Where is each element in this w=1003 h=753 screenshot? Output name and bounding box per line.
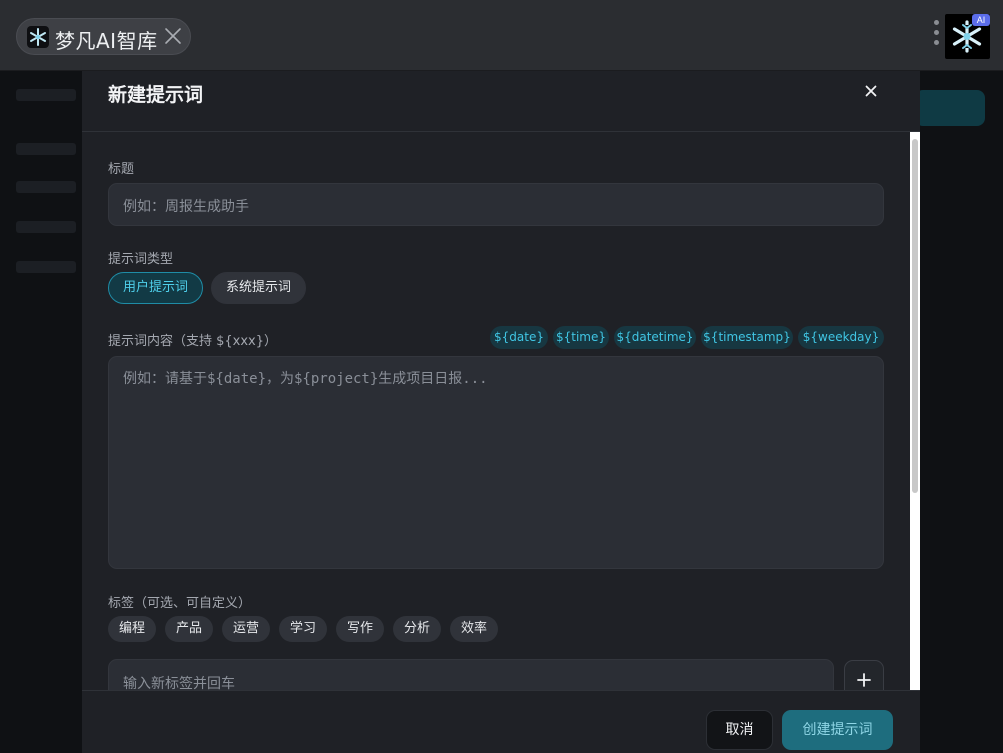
tags-label: 标签（可选、可自定义）	[108, 596, 252, 611]
plus-icon	[857, 673, 871, 687]
new-tag-input[interactable]: 输入新标签并回车	[108, 659, 834, 690]
tag-chip[interactable]: 编程	[108, 616, 156, 642]
prompt-content-label: 提示词内容（支持 ${xxx}）	[108, 334, 278, 349]
close-icon[interactable]	[163, 26, 183, 46]
prompt-content-textarea[interactable]: 例如：请基于${date}，为${project}生成项目日报...	[108, 356, 884, 569]
variable-chip-weekday[interactable]: ${weekday}	[798, 326, 884, 349]
variable-chip-timestamp[interactable]: ${timestamp}	[701, 326, 793, 349]
add-tag-button[interactable]	[844, 660, 884, 690]
scrollbar-thumb[interactable]	[912, 139, 918, 493]
snowflake-logo-icon	[27, 26, 49, 48]
title-bar: 梦凡AI智库 AI	[0, 0, 1003, 71]
background-button	[915, 90, 985, 126]
new-tag-placeholder: 输入新标签并回车	[123, 676, 235, 690]
tag-chip[interactable]: 分析	[393, 616, 441, 642]
kebab-menu-icon[interactable]	[930, 20, 942, 52]
dialog-body: 标题 例如：周报生成助手 提示词类型 用户提示词 系统提示词 提示词内容（支持 …	[82, 132, 920, 690]
background-row	[16, 143, 76, 155]
create-prompt-button[interactable]: 创建提示词	[782, 710, 893, 750]
title-input[interactable]: 例如：周报生成助手	[108, 183, 884, 226]
dialog-footer: 取消 创建提示词	[82, 690, 920, 753]
prompt-content-placeholder: 例如：请基于${date}，为${project}生成项目日报...	[123, 371, 488, 387]
close-icon[interactable]	[862, 82, 880, 100]
variable-chip-date[interactable]: ${date}	[490, 326, 548, 349]
title-placeholder: 例如：周报生成助手	[123, 199, 249, 215]
app-tab[interactable]: 梦凡AI智库	[16, 18, 191, 55]
system-prompt-option[interactable]: 系统提示词	[211, 272, 306, 304]
tag-chip[interactable]: 写作	[336, 616, 384, 642]
cancel-button[interactable]: 取消	[706, 710, 773, 750]
user-prompt-option[interactable]: 用户提示词	[108, 272, 203, 304]
dialog-title: 新建提示词	[108, 84, 204, 106]
variable-chip-time[interactable]: ${time}	[553, 326, 609, 349]
title-label: 标题	[108, 162, 135, 177]
ai-badge: AI	[972, 14, 990, 26]
tag-chip[interactable]: 效率	[450, 616, 498, 642]
dialog-header: 新建提示词	[82, 71, 920, 132]
variable-chip-datetime[interactable]: ${datetime}	[614, 326, 696, 349]
tag-chip[interactable]: 学习	[279, 616, 327, 642]
tag-chip[interactable]: 产品	[165, 616, 213, 642]
extension-logo-button[interactable]: AI	[945, 14, 990, 59]
background-row	[16, 221, 76, 233]
prompt-type-label: 提示词类型	[108, 252, 174, 267]
background-row	[16, 181, 76, 193]
background-row	[16, 261, 76, 273]
tag-chip[interactable]: 运营	[222, 616, 270, 642]
app-tab-title: 梦凡AI智库	[55, 29, 158, 53]
background-row	[16, 89, 76, 101]
new-prompt-dialog: 新建提示词 标题 例如：周报生成助手 提示词类型 用户提示词 系统提示词 提示词…	[82, 71, 920, 753]
